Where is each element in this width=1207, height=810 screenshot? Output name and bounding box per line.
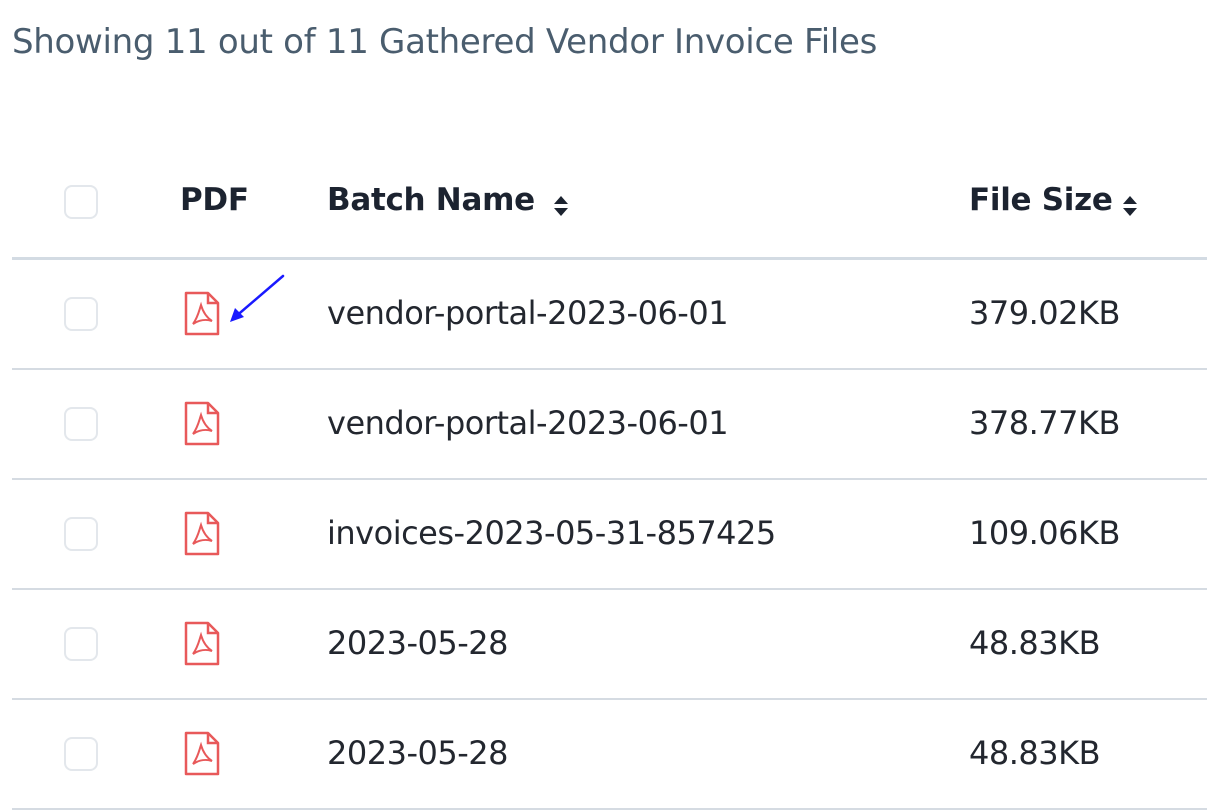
batch-name-cell: vendor-portal-2023-06-01 <box>327 404 729 442</box>
column-header-file-size[interactable]: File Size <box>969 182 1113 218</box>
row-checkbox[interactable] <box>64 737 98 771</box>
file-size-cell: 109.06KB <box>969 514 1120 552</box>
invoice-files-table: PDF Batch Name File Size vendor-portal-2… <box>12 150 1207 810</box>
table-row[interactable]: 2023-05-28 48.83KB <box>12 700 1207 810</box>
pdf-file-icon[interactable] <box>184 511 220 556</box>
column-header-pdf: PDF <box>180 182 249 218</box>
select-all-checkbox[interactable] <box>64 185 98 219</box>
page-title: Showing 11 out of 11 Gathered Vendor Inv… <box>12 22 878 62</box>
file-size-cell: 379.02KB <box>969 294 1120 332</box>
row-checkbox[interactable] <box>64 297 98 331</box>
row-checkbox[interactable] <box>64 517 98 551</box>
annotation-arrow-icon <box>230 274 285 322</box>
batch-name-cell: 2023-05-28 <box>327 624 508 662</box>
pdf-file-icon[interactable] <box>184 731 220 776</box>
file-size-cell: 48.83KB <box>969 624 1101 662</box>
pdf-file-icon[interactable] <box>184 621 220 666</box>
batch-name-cell: invoices-2023-05-31-857425 <box>327 514 776 552</box>
pdf-file-icon[interactable] <box>184 291 220 336</box>
sort-icon[interactable] <box>553 195 569 217</box>
batch-name-cell: 2023-05-28 <box>327 734 508 772</box>
file-size-cell: 378.77KB <box>969 404 1120 442</box>
file-size-cell: 48.83KB <box>969 734 1101 772</box>
pdf-file-icon[interactable] <box>184 401 220 446</box>
table-header-row: PDF Batch Name File Size <box>12 150 1207 260</box>
table-row[interactable]: invoices-2023-05-31-857425 109.06KB <box>12 480 1207 590</box>
table-row[interactable]: vendor-portal-2023-06-01 379.02KB <box>12 260 1207 370</box>
table-row[interactable]: 2023-05-28 48.83KB <box>12 590 1207 700</box>
table-row[interactable]: vendor-portal-2023-06-01 378.77KB <box>12 370 1207 480</box>
batch-name-cell: vendor-portal-2023-06-01 <box>327 294 729 332</box>
row-checkbox[interactable] <box>64 627 98 661</box>
column-header-batch-name[interactable]: Batch Name <box>327 182 535 218</box>
sort-icon[interactable] <box>1122 195 1138 217</box>
row-checkbox[interactable] <box>64 407 98 441</box>
